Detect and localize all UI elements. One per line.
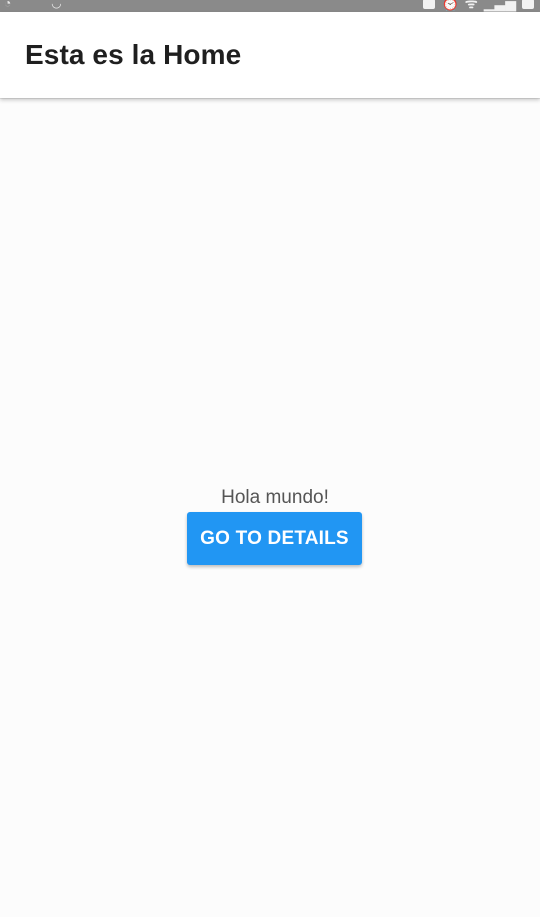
alarm-icon: ⏰: [441, 0, 459, 11]
phone-icon: ◡: [51, 0, 62, 10]
status-bar-right: ⏰ ᯤ ▁▃▅: [423, 0, 534, 12]
wifi-icon: ᯤ: [464, 0, 478, 11]
status-bar: ◔ ◡ ⏰ ᯤ ▁▃▅: [0, 0, 540, 12]
page-title: Esta es la Home: [25, 39, 242, 70]
status-bar-left: ◔ ◡: [4, 0, 62, 10]
go-to-details-button[interactable]: GO TO DETAILS: [187, 512, 362, 565]
greeting-text: Hola mundo!: [221, 487, 329, 508]
app-bar: Esta es la Home: [0, 12, 540, 98]
home-content: Hola mundo! GO TO DETAILS: [0, 98, 540, 917]
whatsapp-icon: ◔: [4, 0, 12, 10]
sd-card-icon: [423, 0, 436, 9]
battery-icon: [522, 0, 534, 9]
signal-icon: ▁▃▅: [483, 0, 516, 11]
